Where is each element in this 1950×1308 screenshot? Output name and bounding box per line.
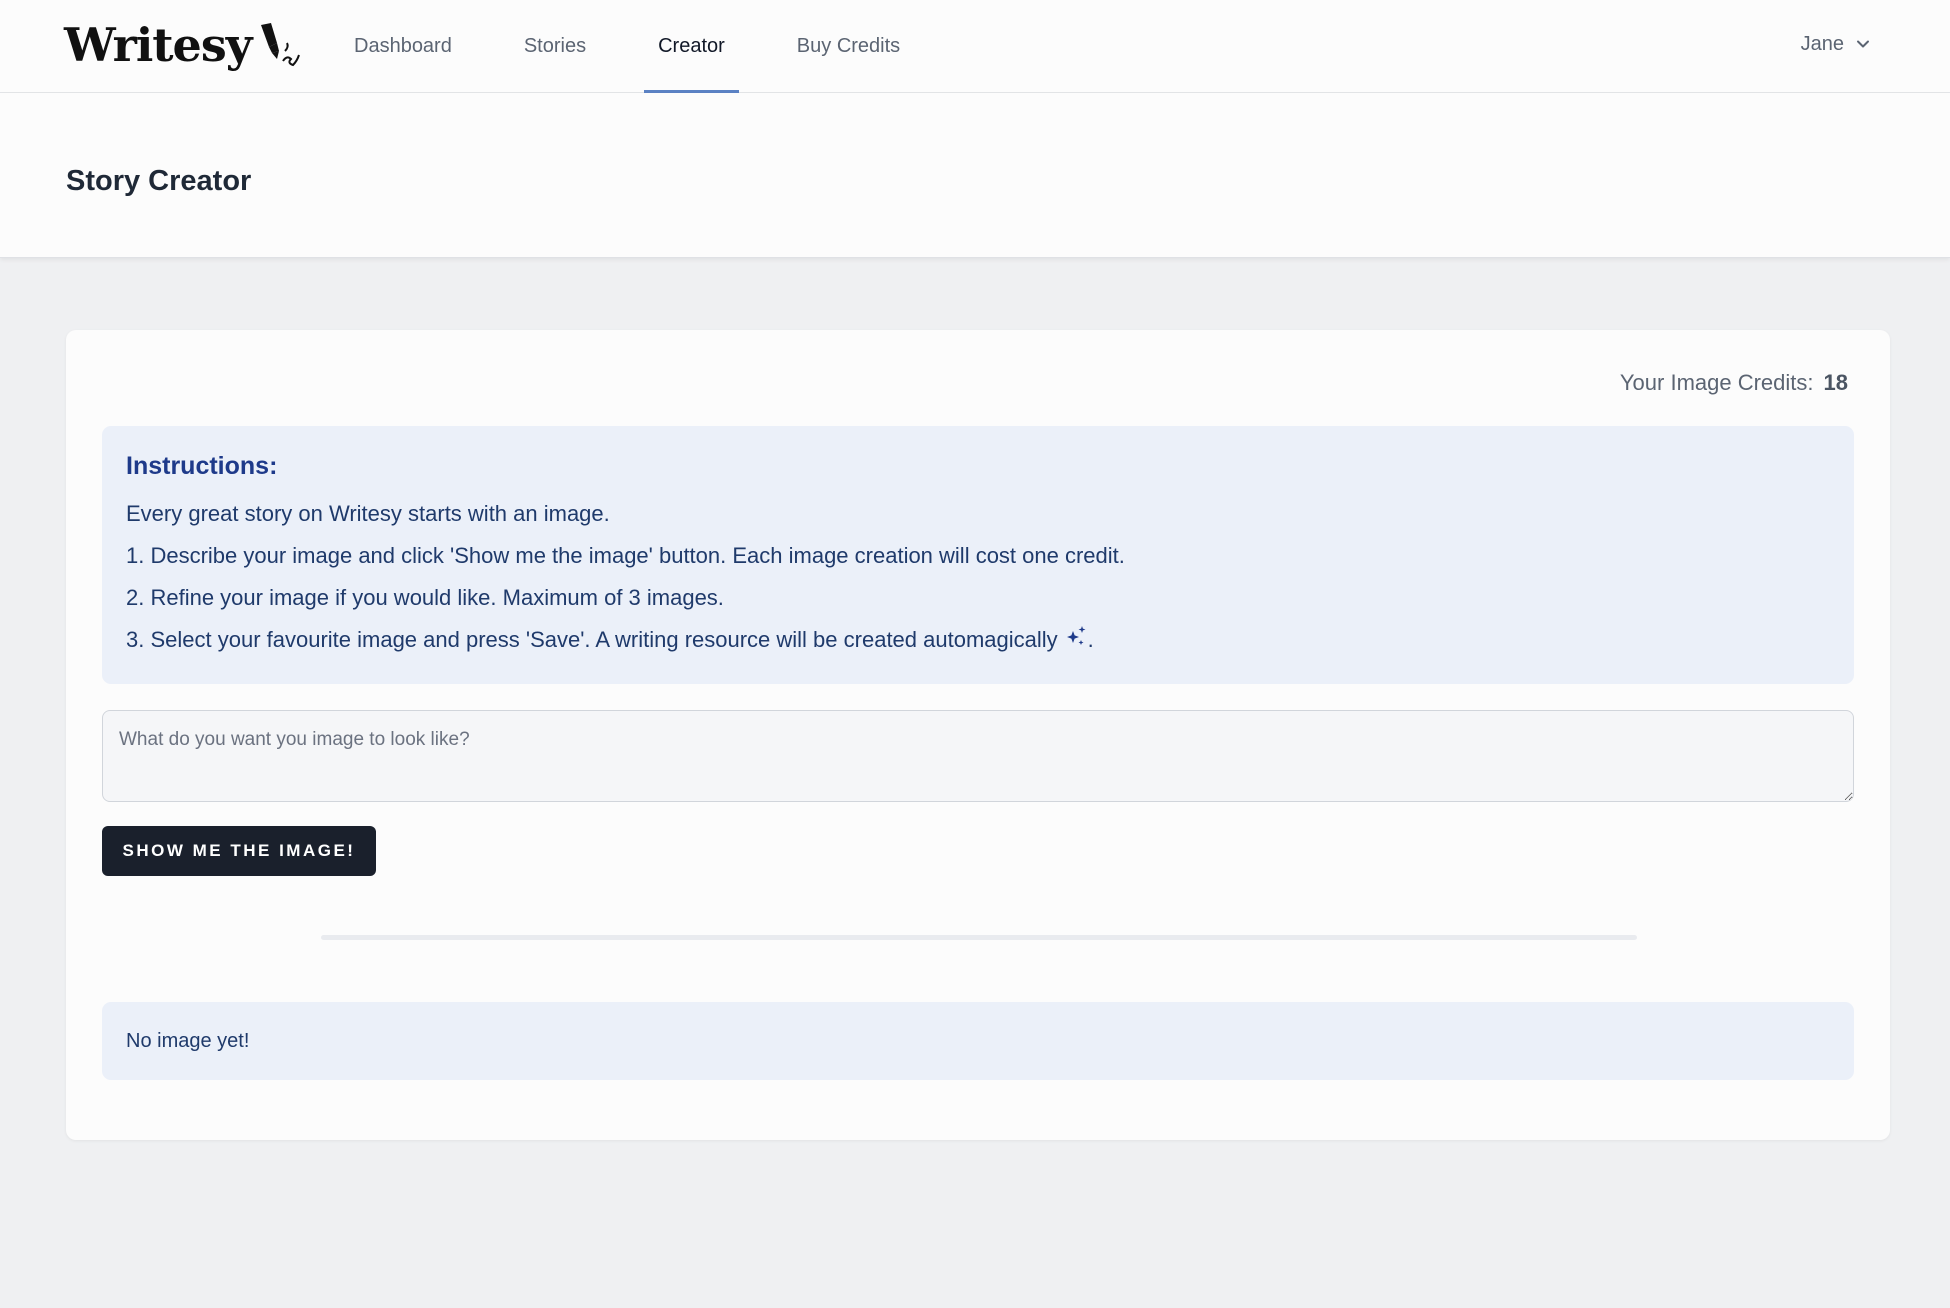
nav-stories-label: Stories — [523, 35, 587, 57]
brand-name: Writesy — [64, 18, 252, 72]
pen-nib-icon — [261, 23, 301, 67]
credits-count: 18 — [1823, 370, 1848, 395]
creator-card: Your Image Credits: 18 Instructions: Ever… — [66, 330, 1890, 1140]
nav-dashboard[interactable]: Dashboard — [330, 0, 476, 93]
show-me-image-button[interactable]: SHOW ME THE IMAGE! — [102, 826, 376, 876]
nav-dashboard-label: Dashboard — [354, 35, 452, 57]
main-nav: Dashboard Stories Creator Buy Credits — [330, 0, 948, 93]
chevron-down-icon — [1857, 40, 1869, 48]
instructions-step-2: 2. Refine your image if you would like. … — [126, 585, 724, 610]
instructions-panel: Instructions: Every great story on Write… — [102, 426, 1854, 684]
instructions-step-1: 1. Describe your image and click 'Show m… — [126, 543, 1125, 568]
image-prompt-input[interactable] — [102, 710, 1854, 802]
instructions-intro: Every great story on Writesy starts with… — [126, 501, 610, 526]
page-title: Story Creator — [66, 165, 252, 197]
instructions-title: Instructions: — [126, 452, 278, 480]
sparkles-icon — [1066, 626, 1086, 645]
instructions-step-3-end: . — [1087, 627, 1094, 652]
user-menu[interactable]: Jane — [1801, 28, 1870, 60]
generation-progress-bar — [321, 935, 1637, 940]
nav-stories[interactable]: Stories — [500, 0, 610, 93]
image-empty-state: No image yet! — [102, 1002, 1854, 1080]
nav-buy-credits-label: Buy Credits — [796, 35, 901, 57]
instructions-step-3: 3. Select your favourite image and press… — [126, 619, 1830, 661]
nav-creator-label: Creator — [658, 35, 725, 57]
page-header: Story Creator — [0, 93, 1950, 258]
nav-creator[interactable]: Creator — [634, 0, 749, 93]
instructions-step-3-text: 3. Select your favourite image and press… — [126, 627, 1058, 652]
brand-logo[interactable]: Writesy — [64, 14, 301, 76]
image-credits: Your Image Credits: 18 — [1620, 370, 1848, 396]
empty-state-text: No image yet! — [126, 1029, 250, 1052]
credits-label: Your Image Credits: — [1619, 370, 1814, 395]
top-navbar: Writesy Dashboard Stories Creator Buy Cr… — [0, 0, 1950, 93]
nav-buy-credits[interactable]: Buy Credits — [773, 0, 924, 93]
user-name: Jane — [1800, 32, 1844, 55]
